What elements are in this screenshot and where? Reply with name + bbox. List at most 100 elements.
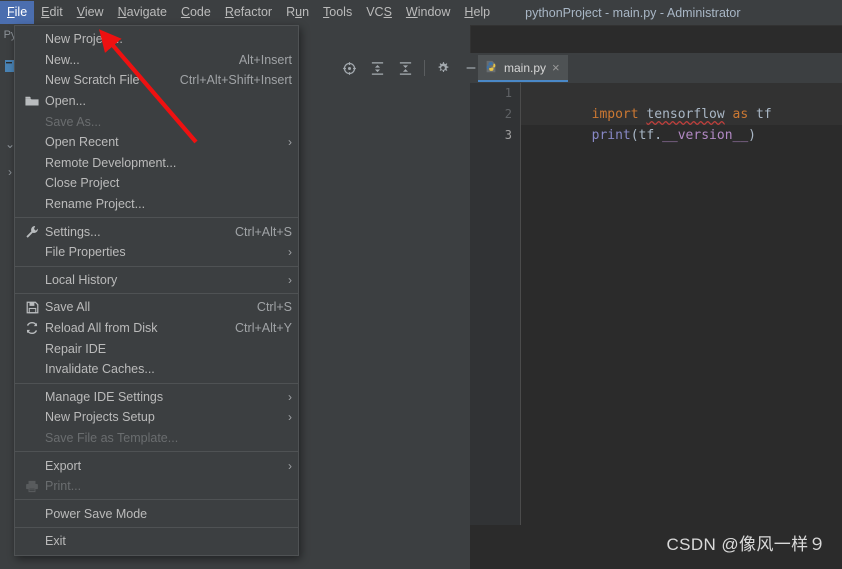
menu-item-shortcut: Ctrl+Alt+S <box>235 224 292 239</box>
menu-item-label: Open Recent <box>45 135 119 150</box>
line-number-gutter: 1 2 3 <box>470 83 521 569</box>
menu-bar: File Edit View Navigate Code Refactor Ru… <box>0 0 842 26</box>
menu-item-label: File Properties <box>45 245 126 260</box>
menu-separator <box>15 265 298 267</box>
menu-item-label: Local History <box>45 272 118 287</box>
printer-icon <box>23 478 41 494</box>
close-icon[interactable]: × <box>552 61 560 74</box>
chevron-right-icon: › <box>288 410 292 425</box>
code-line-1[interactable]: import tensorflow as tf <box>521 83 842 122</box>
menu-item-icon-slot <box>23 341 41 357</box>
menu-item-file-properties[interactable]: File Properties › <box>15 242 298 263</box>
menu-item-icon-slot <box>23 409 41 425</box>
menu-item-label: Power Save Mode <box>45 506 148 521</box>
menu-item-label: Settings... <box>45 224 101 239</box>
settings-gear-icon[interactable] <box>432 57 454 79</box>
menu-run[interactable]: Run <box>279 1 316 24</box>
menu-item-manage-ide-settings[interactable]: Manage IDE Settings › <box>15 387 298 408</box>
menu-window[interactable]: Window <box>399 1 457 24</box>
menu-item-print: Print... <box>15 476 298 497</box>
line-number: 1 <box>504 86 512 100</box>
menu-separator <box>15 527 298 529</box>
line-number: 2 <box>504 107 512 121</box>
menu-item-label: Invalidate Caches... <box>45 362 155 377</box>
menu-item-save-all[interactable]: Save All Ctrl+S <box>15 297 298 318</box>
folder-icon <box>23 93 41 109</box>
menu-item-label: Print... <box>45 479 82 494</box>
menu-item-exit[interactable]: Exit <box>15 531 298 552</box>
menu-item-local-history[interactable]: Local History › <box>15 270 298 291</box>
menu-view[interactable]: View <box>70 1 111 24</box>
menu-item-repair-ide[interactable]: Repair IDE <box>15 338 298 359</box>
menu-edit[interactable]: Edit <box>34 1 70 24</box>
menu-tools[interactable]: Tools <box>316 1 359 24</box>
menu-item-label: Repair IDE <box>45 341 107 356</box>
wrench-icon <box>23 224 41 240</box>
menu-help[interactable]: Help <box>457 1 497 24</box>
toolbar-divider <box>424 60 425 76</box>
menu-item-shortcut: Ctrl+Alt+Y <box>235 321 292 336</box>
select-opened-file-icon[interactable] <box>338 57 360 79</box>
menu-item-new[interactable]: New... Alt+Insert <box>15 50 298 71</box>
csdn-watermark: CSDN @像风一样９ <box>666 535 826 554</box>
window-title: pythonProject - main.py - Administrator <box>525 5 741 20</box>
menu-item-remote-development[interactable]: Remote Development... <box>15 153 298 174</box>
menu-item-icon-slot <box>23 361 41 377</box>
menu-item-icon-slot <box>23 272 41 288</box>
menu-item-settings[interactable]: Settings... Ctrl+Alt+S <box>15 221 298 242</box>
menu-code[interactable]: Code <box>174 1 218 24</box>
menu-item-open-recent[interactable]: Open Recent › <box>15 132 298 153</box>
menu-item-reload-all-from-disk[interactable]: Reload All from Disk Ctrl+Alt+Y <box>15 318 298 339</box>
menu-item-shortcut: Ctrl+S <box>256 300 292 315</box>
menu-item-invalidate-caches[interactable]: Invalidate Caches... <box>15 359 298 380</box>
python-file-icon <box>484 59 498 77</box>
menu-item-label: New... <box>45 52 80 67</box>
menu-item-power-save-mode[interactable]: Power Save Mode <box>15 503 298 524</box>
menu-item-icon-slot <box>23 114 41 130</box>
menu-item-close-project[interactable]: Close Project <box>15 173 298 194</box>
menu-item-new-scratch-file[interactable]: New Scratch File Ctrl+Alt+Shift+Insert <box>15 70 298 91</box>
menu-item-export[interactable]: Export › <box>15 455 298 476</box>
chevron-right-icon: › <box>288 272 292 287</box>
line-number: 3 <box>504 128 512 142</box>
menu-item-icon-slot <box>23 533 41 549</box>
ide-window: File Edit View Navigate Code Refactor Ru… <box>0 0 842 569</box>
code-editor[interactable]: 1 2 3 import tensorflow as tf print(tf._… <box>470 83 842 569</box>
menu-item-label: Save As... <box>45 114 102 129</box>
menu-item-label: Exit <box>45 534 66 549</box>
menu-separator <box>15 217 298 219</box>
menu-navigate[interactable]: Navigate <box>111 1 174 24</box>
menu-item-open[interactable]: Open... <box>15 91 298 112</box>
menu-item-label: Export <box>45 458 82 473</box>
menu-separator <box>15 451 298 453</box>
code-line-3[interactable] <box>521 125 842 146</box>
tab-main-py[interactable]: main.py × <box>478 55 568 82</box>
file-dropdown-menu[interactable]: New Project... New... Alt+Insert New Scratc… <box>14 25 299 556</box>
menu-refactor[interactable]: Refactor <box>218 1 279 24</box>
menu-separator <box>15 499 298 501</box>
menu-item-icon-slot <box>23 52 41 68</box>
menu-item-shortcut: Ctrl+Alt+Shift+Insert <box>179 73 292 88</box>
menu-item-icon-slot <box>23 244 41 260</box>
code-content[interactable]: import tensorflow as tf print(tf.__versi… <box>521 83 842 569</box>
menu-item-save-as: Save As... <box>15 111 298 132</box>
tab-label: main.py <box>504 60 547 75</box>
code-line-2[interactable]: print(tf.__version__) <box>521 104 842 143</box>
menu-item-label: Save All <box>45 300 91 315</box>
menu-item-new-project[interactable]: New Project... <box>15 29 298 50</box>
menu-item-new-projects-setup[interactable]: New Projects Setup › <box>15 407 298 428</box>
menu-file[interactable]: File <box>0 1 35 24</box>
menu-item-rename-project[interactable]: Rename Project... <box>15 194 298 215</box>
menu-item-shortcut: Alt+Insert <box>238 52 292 67</box>
menu-separator <box>15 382 298 384</box>
menu-item-icon-slot <box>23 175 41 191</box>
menu-item-label: Close Project <box>45 176 120 191</box>
menu-item-icon-slot <box>23 430 41 446</box>
menu-vcs[interactable]: VCS <box>359 1 399 24</box>
chevron-right-icon: › <box>288 389 292 404</box>
menu-item-label: New Project... <box>45 32 123 47</box>
collapse-all-icon[interactable] <box>394 57 416 79</box>
reload-icon <box>23 320 41 336</box>
menu-item-label: Save File as Template... <box>45 430 179 445</box>
expand-all-icon[interactable] <box>366 57 388 79</box>
